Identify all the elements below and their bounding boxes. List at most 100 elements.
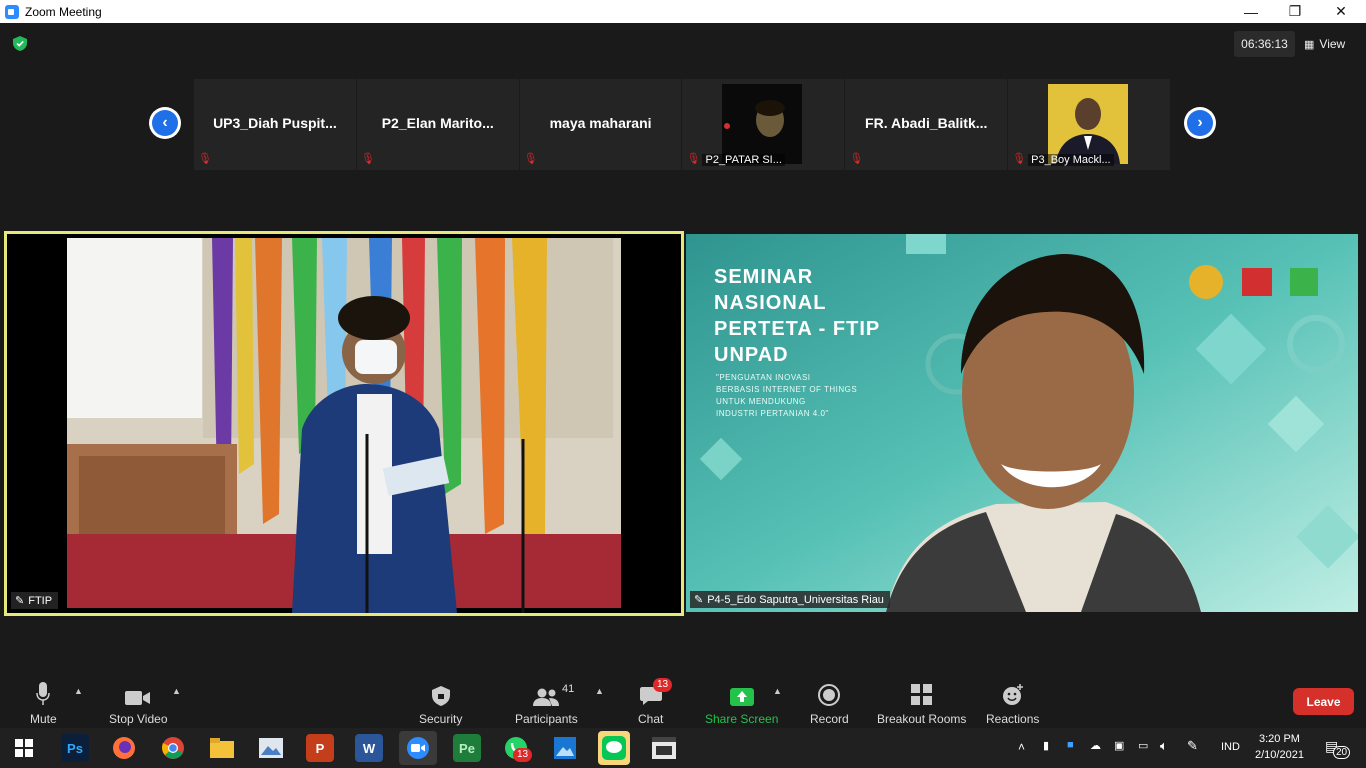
window-title: Zoom Meeting	[25, 4, 102, 19]
next-page-button[interactable]: ›	[1184, 107, 1216, 139]
participant-tile[interactable]: maya maharani 🎙︎	[519, 79, 682, 170]
share-options-caret-icon[interactable]: ▲	[773, 686, 782, 696]
video-name-label: P4-5_Edo Saputra_Universitas Riau	[707, 593, 884, 606]
security-shield-icon	[431, 686, 450, 706]
meeting-timer: 06:36:13	[1234, 31, 1295, 57]
mic-muted-icon: 🎙︎	[360, 153, 375, 165]
reactions-button[interactable]: Reactions	[986, 680, 1039, 726]
zoom-logo-icon	[5, 4, 19, 19]
minimize-button[interactable]: —	[1228, 0, 1274, 23]
participant-strip: UP3_Diah Puspit... 🎙︎ P2_Elan Marito... …	[194, 79, 1170, 170]
participant-tile[interactable]: UP3_Diah Puspit... 🎙︎	[194, 79, 356, 170]
breakout-rooms-button[interactable]: Breakout Rooms	[877, 680, 966, 726]
stop-video-label: Stop Video	[109, 712, 168, 726]
windows-start-icon[interactable]	[10, 734, 38, 762]
video-name-tag: ✎ FTIP	[11, 592, 59, 609]
file-explorer-icon[interactable]	[208, 734, 236, 762]
powerpoint-icon[interactable]: P	[306, 734, 334, 762]
slide-subtitle-line: "PENGUATAN INOVASI	[716, 373, 811, 382]
view-button[interactable]: ▦ View	[1304, 31, 1345, 57]
participant-name: maya maharani	[549, 115, 652, 131]
input-language[interactable]: IND	[1221, 741, 1240, 753]
participant-name: P2_Elan Marito...	[381, 115, 494, 131]
video-editor-icon[interactable]	[650, 734, 678, 762]
windows-taskbar: Ps P W Pe 13 ˄ ▮ ■ ☁ ▣ ▭ 🔈︎ ✎ IND 3:20 P…	[0, 728, 1366, 768]
photos-icon[interactable]	[551, 734, 579, 762]
chevron-right-icon: ›	[1187, 110, 1213, 136]
zoom-taskbar-icon[interactable]	[399, 731, 437, 765]
chrome-icon[interactable]	[159, 734, 187, 762]
mute-button[interactable]: Mute	[30, 680, 57, 726]
pe-app-icon[interactable]: Pe	[453, 734, 481, 762]
participant-name: FR. Abadi_Balitk...	[865, 115, 988, 131]
cloud-icon[interactable]: ☁	[1090, 739, 1101, 752]
participant-video-thumbnail	[1048, 84, 1129, 164]
participants-label: Participants	[515, 712, 578, 726]
encryption-shield-icon[interactable]	[13, 36, 27, 51]
meeting-toolbar: Mute ▲ Stop Video ▲ Security Participant…	[0, 672, 1366, 728]
pin-icon: ✎	[694, 594, 704, 606]
speaker-icon[interactable]: 🔈︎	[1160, 738, 1168, 754]
participant-name: UP3_Diah Puspit...	[213, 115, 337, 131]
view-label: View	[1319, 37, 1346, 51]
mic-muted-icon: 🎙︎	[686, 153, 701, 165]
photo-viewer-icon[interactable]	[257, 734, 285, 762]
battery-icon[interactable]: ▭	[1138, 739, 1148, 752]
breakout-rooms-label: Breakout Rooms	[877, 712, 967, 726]
record-icon	[818, 684, 841, 706]
participant-tile[interactable]: FR. Abadi_Balitk... 🎙︎	[845, 79, 1008, 170]
close-button[interactable]: ✕	[1318, 0, 1364, 23]
slide-title-line: UNPAD	[714, 344, 789, 366]
leave-meeting-button[interactable]: Leave	[1293, 688, 1354, 715]
mic-muted-icon: 🎙︎	[198, 153, 212, 165]
record-button[interactable]: Record	[810, 680, 849, 726]
participant-tile[interactable]: P2_Elan Marito... 🎙︎	[356, 79, 519, 170]
mic-muted-icon: 🎙︎	[1012, 153, 1027, 165]
notification-count: 20	[1333, 746, 1351, 759]
slide-title-line: NASIONAL	[714, 292, 827, 314]
maximize-button[interactable]: ❐	[1272, 0, 1318, 23]
firefox-icon[interactable]	[110, 734, 138, 762]
chat-label: Chat	[638, 712, 664, 726]
tray-app-icon[interactable]: ■	[1067, 739, 1074, 751]
photoshop-icon[interactable]: Ps	[61, 734, 89, 762]
slide-subtitle-line: INDUSTRI PERTANIAN 4.0"	[716, 409, 829, 418]
participants-options-caret-icon[interactable]: ▲	[595, 686, 604, 696]
reactions-smiley-icon	[1002, 684, 1023, 705]
reactions-label: Reactions	[986, 712, 1040, 726]
mic-muted-icon: 🎙︎	[849, 153, 864, 165]
stop-video-button[interactable]: Stop Video	[109, 680, 168, 726]
chat-unread-badge: 13	[653, 678, 673, 692]
video-name-tag: ✎ P4-5_Edo Saputra_Universitas Riau	[690, 591, 890, 608]
stage-video-scene	[7, 234, 681, 613]
mic-muted-icon: 🎙︎	[523, 153, 538, 165]
participant-tile[interactable]: 🎙︎ P3_Boy Mackl...	[1008, 79, 1170, 170]
share-screen-icon	[729, 688, 754, 706]
tray-expand-caret-icon[interactable]: ˄	[1018, 740, 1025, 754]
previous-page-button[interactable]: ‹	[149, 107, 181, 139]
participant-video-label: P3_Boy Mackl...	[1028, 154, 1114, 166]
slide-title: SEMINAR NASIONAL PERTETA - FTIP UNPAD	[714, 264, 880, 368]
audio-options-caret-icon[interactable]: ▲	[74, 686, 83, 696]
video-options-caret-icon[interactable]: ▲	[172, 686, 181, 696]
usb-icon[interactable]: ▮	[1043, 739, 1049, 752]
share-screen-button[interactable]: Share Screen	[705, 680, 778, 726]
line-app-icon[interactable]	[598, 731, 630, 765]
slide-subtitle: "PENGUATAN INOVASI BERBASIS INTERNET OF …	[716, 372, 857, 420]
active-speaker-video[interactable]: ✎ FTIP	[4, 231, 684, 616]
clock-date[interactable]: 2/10/2021	[1255, 749, 1304, 761]
chevron-left-icon: ‹	[152, 110, 178, 136]
participant-video-thumbnail	[722, 84, 803, 164]
clock-time[interactable]: 3:20 PM	[1259, 733, 1300, 745]
title-bar: Zoom Meeting — ❐ ✕	[0, 0, 1366, 23]
participant-video[interactable]: SEMINAR NASIONAL PERTETA - FTIP UNPAD "P…	[686, 234, 1358, 612]
participant-tile[interactable]: 🎙︎ P2_PATAR SI...	[682, 79, 845, 170]
participants-icon	[533, 688, 560, 706]
slide-subtitle-line: UNTUK MENDUKUNG	[716, 397, 806, 406]
security-label: Security	[419, 712, 463, 726]
pen-icon[interactable]: ✎	[1187, 738, 1198, 754]
network-icon[interactable]: ▣	[1114, 739, 1124, 752]
word-icon[interactable]: W	[355, 734, 383, 762]
security-button[interactable]: Security	[419, 680, 462, 726]
video-name-label: FTIP	[28, 594, 53, 607]
